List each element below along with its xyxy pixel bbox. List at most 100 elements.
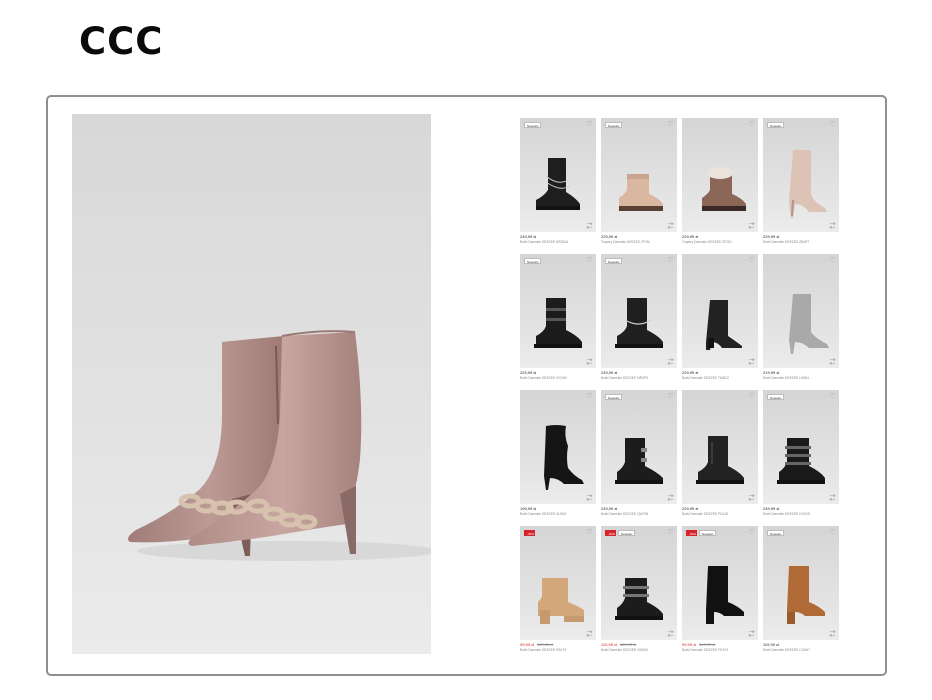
shoe-illustration [706,566,744,624]
product-card-3[interactable]: ♡ 229,99 zł Trapery Damskie DEEZEE ZF2K1 [682,118,758,248]
product-card-9[interactable]: ♡ 199,99 zł Botki Damskie DEEZEE SL6N3 [520,390,596,520]
product-card-11[interactable]: ♡ 229,99 zł Botki Damskie DEEZEE PD4J8 [682,390,758,520]
product-card-2[interactable]: Nowości ♡ 229,99 zł Trapery Damskie DEEZ… [601,118,677,248]
product-image[interactable]: ♡ [682,118,758,232]
product-card-16[interactable]: Nowości ♡ 119,99 zł Botki Damskie DEEZEE… [763,526,839,656]
compare-icon[interactable] [667,358,674,365]
product-description[interactable]: Botki Damskie DEEZEE PD4J8 [682,512,758,517]
product-description[interactable]: Botki Damskie DEEZEE MR2P9 [601,376,677,381]
heart-icon[interactable]: ♡ [667,393,674,400]
compare-icon[interactable] [586,494,593,501]
product-card-8[interactable]: ♡ 219,99 zł Botki Damskie DEEZEE LK8E4 [763,254,839,384]
product-description[interactable]: Botki Damskie DEEZEE TM5C2 [682,376,758,381]
new-badge: Nowości [699,530,717,536]
compare-icon[interactable] [748,222,755,229]
current-price: 249,99 zł [763,506,780,511]
product-card-15[interactable]: -30% Nowości ♡ 99,99 zł 149,99 zł Botki Da… [682,526,758,656]
compare-icon[interactable] [586,630,593,637]
compare-icon[interactable] [829,222,836,229]
product-image[interactable]: -30% Nowości ♡ [682,526,758,640]
shoe-illustration [702,167,746,211]
product-description[interactable]: Botki Damskie DEEZEE AR283A [520,240,596,245]
compare-icon[interactable] [667,494,674,501]
heart-icon[interactable]: ♡ [586,257,593,264]
product-image[interactable]: Nowości ♡ [601,118,677,232]
old-price: 169,99 zł [619,642,637,647]
product-description[interactable]: Botki Damskie DEEZEE RB1T6 [520,648,596,653]
compare-icon[interactable] [748,358,755,365]
heart-icon[interactable]: ♡ [829,257,836,264]
shoe-illustration [615,578,663,620]
compare-icon[interactable] [586,222,593,229]
heart-icon[interactable]: ♡ [748,257,755,264]
product-description[interactable]: Trapery Damskie DEEZEE ZF2K1 [682,240,758,245]
product-description[interactable]: Botki Damskie DEEZEE QW7B1 [601,512,677,517]
heart-icon[interactable]: ♡ [829,529,836,536]
product-card-13[interactable]: -30% ♡ 99,99 zł 149,99 zł Botki Damskie D… [520,526,596,656]
compare-icon[interactable] [586,358,593,365]
heart-icon[interactable]: ♡ [586,393,593,400]
heart-icon[interactable]: ♡ [586,529,593,536]
product-description[interactable]: Botki Damskie DEEZEE HV2S5 [763,512,839,517]
product-image[interactable]: -30% ♡ [520,526,596,640]
product-description[interactable]: Botki Damskie DEEZEE XG3H0 [520,376,596,381]
product-image[interactable]: ♡ [682,390,758,504]
compare-icon[interactable] [829,358,836,365]
product-description[interactable]: Botki Damskie DEEZEE CJ6W7 [763,648,839,653]
product-image[interactable]: ♡ [763,254,839,368]
new-badge: Nowości [767,394,785,400]
product-image[interactable]: Nowości ♡ [520,118,596,232]
product-description[interactable]: Botki Damskie DEEZEE LK8E4 [763,376,839,381]
product-image[interactable]: Nowości ♡ [601,390,677,504]
product-description[interactable]: Botki Damskie DEEZEE SL6N3 [520,512,596,517]
product-description[interactable]: Botki Damskie DEEZEE ZB4R7 [763,240,839,245]
product-image[interactable]: ♡ [682,254,758,368]
heart-icon[interactable]: ♡ [667,257,674,264]
product-image[interactable]: Nowości ♡ [763,118,839,232]
compare-icon[interactable] [748,630,755,637]
heart-icon[interactable]: ♡ [667,121,674,128]
heart-icon[interactable]: ♡ [829,393,836,400]
product-description[interactable]: Trapery Damskie DEEZEE ZP1M [601,240,677,245]
product-card-7[interactable]: ♡ 229,99 zł Botki Damskie DEEZEE TM5C2 [682,254,758,384]
product-card-12[interactable]: Nowości ♡ 249,99 zł Botki Damskie DEEZEE… [763,390,839,520]
heart-icon[interactable]: ♡ [748,393,755,400]
shoe-illustration [544,425,584,490]
old-price: 149,99 zł [699,642,716,647]
product-card-10[interactable]: Nowości ♡ 249,99 zł Botki Damskie DEEZEE… [601,390,677,520]
shoe-illustration [787,566,825,624]
product-card-6[interactable]: Nowości ♡ 249,99 zł Botki Damskie DEEZEE… [601,254,677,384]
hero-product-image[interactable] [72,114,431,654]
shoe-illustration [536,158,580,210]
product-card-1[interactable]: Nowości ♡ 249,99 zł Botki Damskie DEEZEE… [520,118,596,248]
old-price: 149,99 zł [537,642,554,647]
product-description[interactable]: Botki Damskie DEEZEE GN9U3 [601,648,677,653]
product-card-14[interactable]: -30% Nowości ♡ 119,99 zł 169,99 zł Botki D… [601,526,677,656]
product-image[interactable]: Nowości ♡ [520,254,596,368]
compare-icon[interactable] [748,494,755,501]
new-badge: Nowości [605,258,623,264]
product-image[interactable]: ♡ [520,390,596,504]
compare-icon[interactable] [829,494,836,501]
heart-icon[interactable]: ♡ [586,121,593,128]
product-image[interactable]: -30% Nowości ♡ [601,526,677,640]
heart-icon[interactable]: ♡ [829,121,836,128]
product-image[interactable]: Nowości ♡ [601,254,677,368]
new-badge: Nowości [524,258,542,264]
heart-icon[interactable]: ♡ [748,529,755,536]
product-image[interactable]: Nowości ♡ [763,526,839,640]
current-price: 99,99 zł [520,642,535,647]
current-price: 249,99 zł [601,370,618,375]
product-card-4[interactable]: Nowości ♡ 229,99 zł Botki Damskie DEEZEE… [763,118,839,248]
product-description[interactable]: Botki Damskie DEEZEE FK3Y2 [682,648,758,653]
heart-icon[interactable]: ♡ [667,529,674,536]
compare-icon[interactable] [829,630,836,637]
ccc-logo[interactable]: CCC [79,22,163,62]
new-badge: Nowości [605,394,623,400]
product-card-5[interactable]: Nowości ♡ 229,99 zł Botki Damskie DEEZEE… [520,254,596,384]
compare-icon[interactable] [667,222,674,229]
new-badge: Nowości [524,122,542,128]
heart-icon[interactable]: ♡ [748,121,755,128]
compare-icon[interactable] [667,630,674,637]
product-image[interactable]: Nowości ♡ [763,390,839,504]
